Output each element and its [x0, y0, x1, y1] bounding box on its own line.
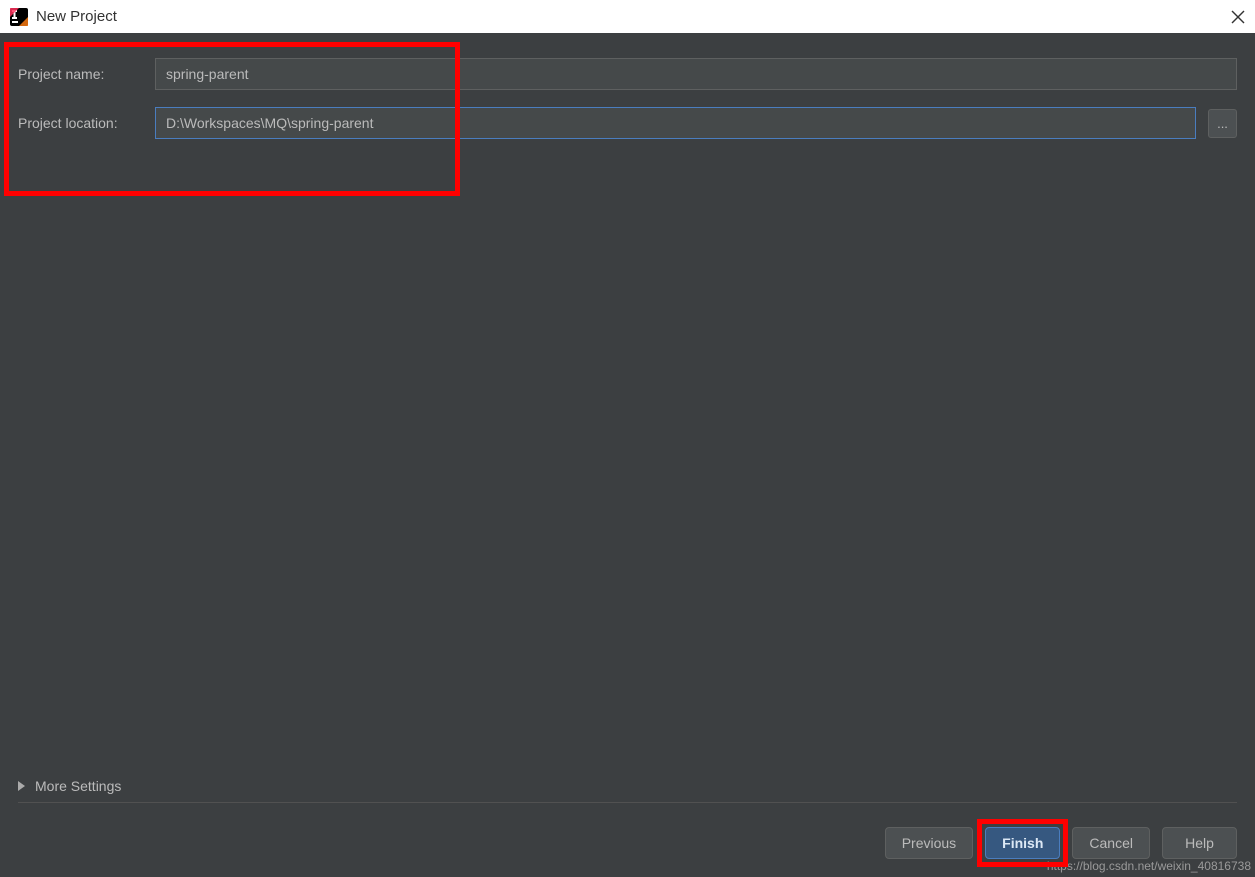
finish-button[interactable]: Finish — [985, 827, 1060, 859]
chevron-right-icon[interactable] — [18, 781, 25, 791]
watermark-text: https://blog.csdn.net/weixin_40816738 — [1047, 859, 1251, 873]
project-name-label: Project name: — [18, 66, 143, 82]
more-settings-label[interactable]: More Settings — [35, 778, 121, 794]
dialog-content: Project name: Project location: ... More… — [0, 33, 1255, 877]
help-button[interactable]: Help — [1162, 827, 1237, 859]
title-left: New Project — [10, 8, 117, 26]
close-icon[interactable] — [1231, 10, 1245, 24]
window-title: New Project — [36, 8, 117, 25]
form-area: Project name: Project location: ... — [0, 33, 1255, 139]
previous-button[interactable]: Previous — [885, 827, 973, 859]
finish-wrapper: Finish — [985, 827, 1060, 859]
cancel-button[interactable]: Cancel — [1072, 827, 1150, 859]
project-name-input[interactable] — [155, 58, 1237, 90]
more-settings-row[interactable]: More Settings — [18, 778, 1237, 803]
project-name-row: Project name: — [18, 58, 1237, 90]
button-bar: Previous Finish Cancel Help — [885, 827, 1237, 859]
intellij-icon — [10, 8, 28, 26]
title-bar: New Project — [0, 0, 1255, 33]
project-location-row: Project location: ... — [18, 107, 1237, 139]
browse-button[interactable]: ... — [1208, 109, 1237, 138]
project-location-input[interactable] — [155, 107, 1196, 139]
project-location-label: Project location: — [18, 115, 143, 131]
